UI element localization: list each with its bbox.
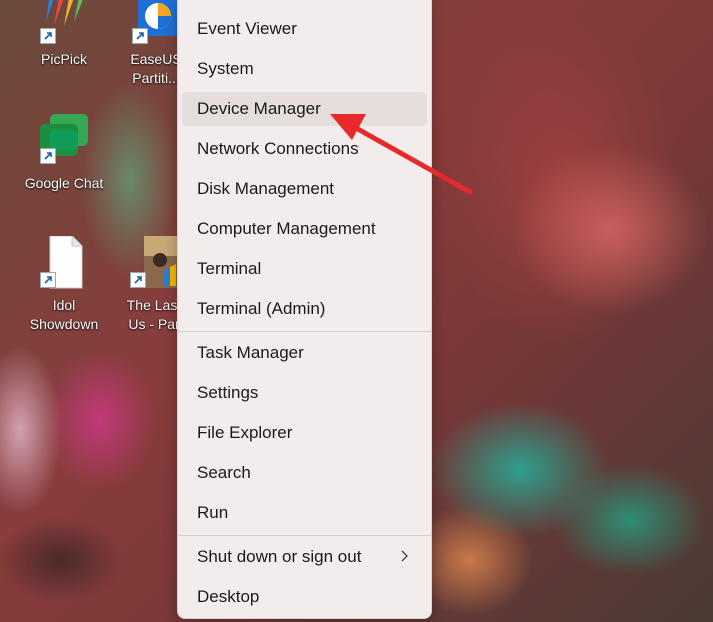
desktop-icon-picpick[interactable]: PicPick [24,0,104,69]
shortcut-arrow-icon [40,272,56,288]
menu-separator [178,331,431,332]
menu-item-label: Terminal (Admin) [197,299,326,318]
menu-item-label: Device Manager [197,99,321,118]
menu-item-desktop[interactable]: Desktop [182,580,427,614]
menu-item-label: Desktop [197,587,260,606]
game-cover-icon [130,236,180,288]
menu-item-label: File Explorer [197,423,293,442]
desktop-icon-label: PicPick [41,51,87,67]
power-user-menu: Event Viewer System Device Manager Netwo… [177,0,432,619]
menu-item-label: Shut down or sign out [197,547,362,566]
menu-item-label: Network Connections [197,139,359,158]
desktop-icon-google-chat[interactable]: Google Chat [24,112,104,193]
menu-item-terminal-admin[interactable]: Terminal (Admin) [182,292,427,326]
menu-item-network-connections[interactable]: Network Connections [182,132,427,166]
menu-item-search[interactable]: Search [182,456,427,490]
menu-item-terminal[interactable]: Terminal [182,252,427,286]
desktop-icon-label: Idol [52,297,76,313]
menu-item-event-viewer[interactable]: Event Viewer [182,12,427,46]
google-chat-icon [40,112,88,164]
shortcut-arrow-icon [40,28,56,44]
menu-item-label: Search [197,463,251,482]
chevron-right-icon [401,550,408,562]
desktop-icon-idol-showdown[interactable]: Idol Showdown [24,235,104,334]
menu-item-device-manager[interactable]: Device Manager [182,92,427,126]
desktop-icon-label: Google Chat [24,175,104,191]
shortcut-arrow-icon [130,272,146,288]
menu-item-label: System [197,59,254,78]
menu-item-label: Task Manager [197,343,304,362]
menu-item-run[interactable]: Run [182,496,427,530]
menu-item-file-explorer[interactable]: File Explorer [182,416,427,450]
shortcut-arrow-icon [132,28,148,44]
menu-item-disk-management[interactable]: Disk Management [182,172,427,206]
menu-item-label: Run [197,503,229,522]
menu-item-label: Disk Management [197,179,335,198]
menu-item-label: Terminal [197,259,262,278]
easeus-icon [132,0,180,44]
menu-item-computer-management[interactable]: Computer Management [182,212,427,246]
menu-separator [178,535,431,536]
menu-item-label: Settings [197,383,259,402]
menu-item-label: Computer Management [197,219,376,238]
menu-item-shut-down-or-sign-out[interactable]: Shut down or sign out [182,540,427,574]
menu-item-label: Event Viewer [197,19,297,38]
file-icon [40,235,88,289]
menu-item-settings[interactable]: Settings [182,376,427,410]
menu-item-system[interactable]: System [182,52,427,86]
picpick-icon [40,0,88,44]
menu-item-task-manager[interactable]: Task Manager [182,336,427,370]
desktop-icon-label-line2: Showdown [29,316,99,332]
shortcut-arrow-icon [40,148,56,164]
